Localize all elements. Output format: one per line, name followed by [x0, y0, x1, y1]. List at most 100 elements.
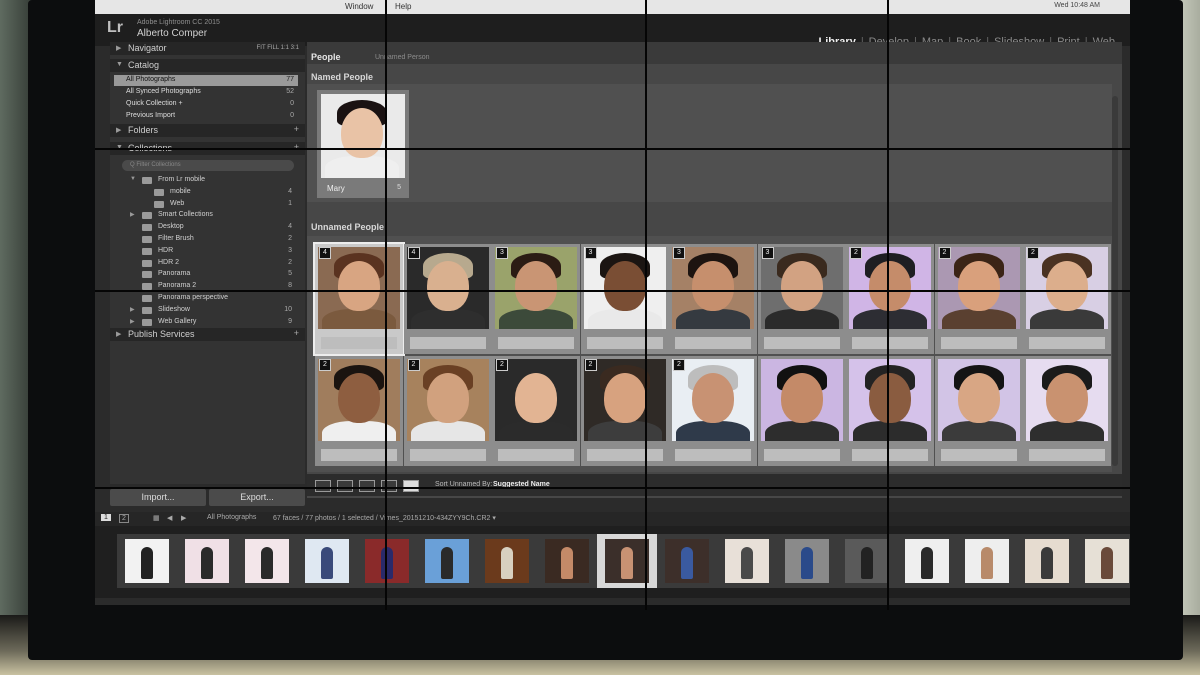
- unnamed-face-card[interactable]: [757, 356, 846, 466]
- unnamed-face-card[interactable]: [934, 356, 1023, 466]
- catalog-item[interactable]: All Photographs 77: [114, 75, 298, 86]
- menu-item[interactable]: Help: [395, 2, 411, 11]
- collection-item[interactable]: ▶ Smart Collections: [114, 210, 298, 221]
- unnamed-face-card[interactable]: 3: [669, 244, 757, 354]
- name-input-field[interactable]: [498, 449, 574, 461]
- catalog-item-name: All Photographs: [126, 76, 176, 83]
- navigator-zoom-options[interactable]: FIT FILL 1:1 3:1: [257, 45, 299, 51]
- unnamed-face-card[interactable]: 2: [846, 244, 934, 354]
- monitor-2-button[interactable]: 2: [119, 514, 129, 523]
- expand-triangle-icon[interactable]: ▶: [130, 306, 135, 313]
- catalog-item[interactable]: Quick Collection + 0: [114, 99, 298, 110]
- collection-item[interactable]: Desktop 4: [114, 222, 298, 233]
- unnamed-face-card[interactable]: 2: [580, 356, 669, 466]
- name-input-field[interactable]: [675, 449, 751, 461]
- collapse-triangle-icon[interactable]: ▼: [130, 176, 136, 182]
- name-input-field[interactable]: [409, 449, 486, 461]
- unnamed-face-card[interactable]: 4: [403, 244, 492, 354]
- add-collection-icon[interactable]: +: [294, 142, 299, 152]
- name-input-field[interactable]: [763, 449, 840, 461]
- name-input-field[interactable]: [498, 337, 574, 349]
- unnamed-face-card[interactable]: 2: [669, 356, 757, 466]
- name-input-field[interactable]: [763, 337, 840, 349]
- unnamed-face-card[interactable]: 2: [315, 356, 403, 466]
- unnamed-face-card[interactable]: 2: [492, 356, 580, 466]
- name-input-field[interactable]: [409, 337, 486, 349]
- unnamed-face-card[interactable]: 2: [403, 356, 492, 466]
- survey-view-icon[interactable]: [381, 480, 397, 492]
- collection-item[interactable]: HDR 2 2: [114, 258, 298, 269]
- unnamed-face-card[interactable]: 3: [757, 244, 846, 354]
- name-input-field[interactable]: [940, 337, 1017, 349]
- filmstrip-thumbnail[interactable]: [657, 534, 717, 588]
- import-button[interactable]: Import...: [110, 489, 206, 506]
- filmstrip-thumbnail[interactable]: [537, 534, 597, 588]
- filmstrip-thumbnail[interactable]: [477, 534, 537, 588]
- expand-triangle-icon[interactable]: ▶: [130, 211, 135, 218]
- loupe-view-icon[interactable]: [337, 480, 353, 492]
- filmstrip-thumbnail[interactable]: [297, 534, 357, 588]
- collection-filter-input[interactable]: Q Filter Collections: [122, 160, 294, 171]
- unnamed-face-card[interactable]: 3: [492, 244, 580, 354]
- filmstrip-thumbnail[interactable]: [957, 534, 1017, 588]
- name-input-field[interactable]: [852, 449, 928, 461]
- collection-item[interactable]: mobile 4: [114, 187, 298, 198]
- collection-item[interactable]: ▶ Web Gallery 9: [114, 317, 298, 328]
- grid-icon[interactable]: ▦: [153, 514, 160, 522]
- filmstrip-thumbnail[interactable]: [417, 534, 477, 588]
- name-input-field[interactable]: [586, 337, 663, 349]
- collection-item[interactable]: Web 1: [114, 199, 298, 210]
- tab-unnamed-person[interactable]: Unnamed Person: [375, 54, 429, 61]
- catalog-item[interactable]: Previous Import 0: [114, 111, 298, 122]
- unnamed-face-card[interactable]: [1023, 356, 1111, 466]
- named-person-card[interactable]: Mary 5: [317, 90, 409, 198]
- filmstrip-thumbnail[interactable]: [1077, 534, 1130, 588]
- compare-view-icon[interactable]: [359, 480, 375, 492]
- unnamed-face-card[interactable]: 2: [934, 244, 1023, 354]
- unnamed-face-card[interactable]: [846, 356, 934, 466]
- catalog-header[interactable]: ▼ Catalog: [110, 59, 305, 72]
- unnamed-face-card[interactable]: 2: [1023, 244, 1111, 354]
- add-service-icon[interactable]: +: [294, 328, 299, 338]
- export-button[interactable]: Export...: [209, 489, 305, 506]
- menu-item[interactable]: Window: [345, 2, 373, 11]
- collection-item[interactable]: Panorama perspective: [114, 293, 298, 304]
- name-input-field[interactable]: [940, 449, 1017, 461]
- people-view-icon[interactable]: [403, 480, 419, 492]
- publish-services-header[interactable]: ▶ Publish Services +: [110, 328, 305, 341]
- filmstrip-thumbnail[interactable]: [177, 534, 237, 588]
- filmstrip-thumbnail[interactable]: [777, 534, 837, 588]
- grid-view-icon[interactable]: [315, 480, 331, 492]
- filmstrip-thumbnail[interactable]: [717, 534, 777, 588]
- collection-item[interactable]: Panorama 5: [114, 269, 298, 280]
- filmstrip-thumbnail[interactable]: [237, 534, 297, 588]
- filmstrip-source[interactable]: All Photographs: [207, 514, 256, 521]
- folders-header[interactable]: ▶ Folders +: [110, 124, 305, 137]
- collection-item[interactable]: HDR 3: [114, 246, 298, 257]
- filmstrip-thumbnail[interactable]: [897, 534, 957, 588]
- filmstrip-thumbnail[interactable]: [1017, 534, 1077, 588]
- filmstrip-thumbnail[interactable]: [357, 534, 417, 588]
- collection-item[interactable]: Filter Brush 2: [114, 234, 298, 245]
- name-input-field[interactable]: [675, 337, 751, 349]
- catalog-item[interactable]: All Synced Photographs 52: [114, 87, 298, 98]
- grid-scrollbar[interactable]: [1112, 96, 1118, 466]
- collection-item[interactable]: ▶ Slideshow 10: [114, 305, 298, 316]
- name-input-field[interactable]: [586, 449, 663, 461]
- people-view-header: People Unnamed Person: [307, 42, 1122, 64]
- name-input-field[interactable]: [852, 337, 928, 349]
- forward-arrow-icon[interactable]: ▶: [181, 514, 186, 522]
- name-input-field[interactable]: [1029, 337, 1105, 349]
- tab-people[interactable]: People: [311, 52, 341, 62]
- expand-triangle-icon[interactable]: ▶: [130, 318, 135, 325]
- name-input-field[interactable]: [1029, 449, 1105, 461]
- collection-item[interactable]: ▼ From Lr mobile: [114, 175, 298, 186]
- back-arrow-icon[interactable]: ◀: [167, 514, 172, 522]
- unnamed-face-card[interactable]: 4: [313, 242, 405, 356]
- navigator-header[interactable]: ▶ Navigator FIT FILL 1:1 3:1: [110, 42, 305, 55]
- unnamed-face-card[interactable]: 3: [580, 244, 669, 354]
- add-folder-icon[interactable]: +: [294, 124, 299, 134]
- monitor-1-button[interactable]: 1: [101, 514, 111, 521]
- filmstrip-thumbnail[interactable]: [117, 534, 177, 588]
- filmstrip-thumbnail[interactable]: [597, 534, 657, 588]
